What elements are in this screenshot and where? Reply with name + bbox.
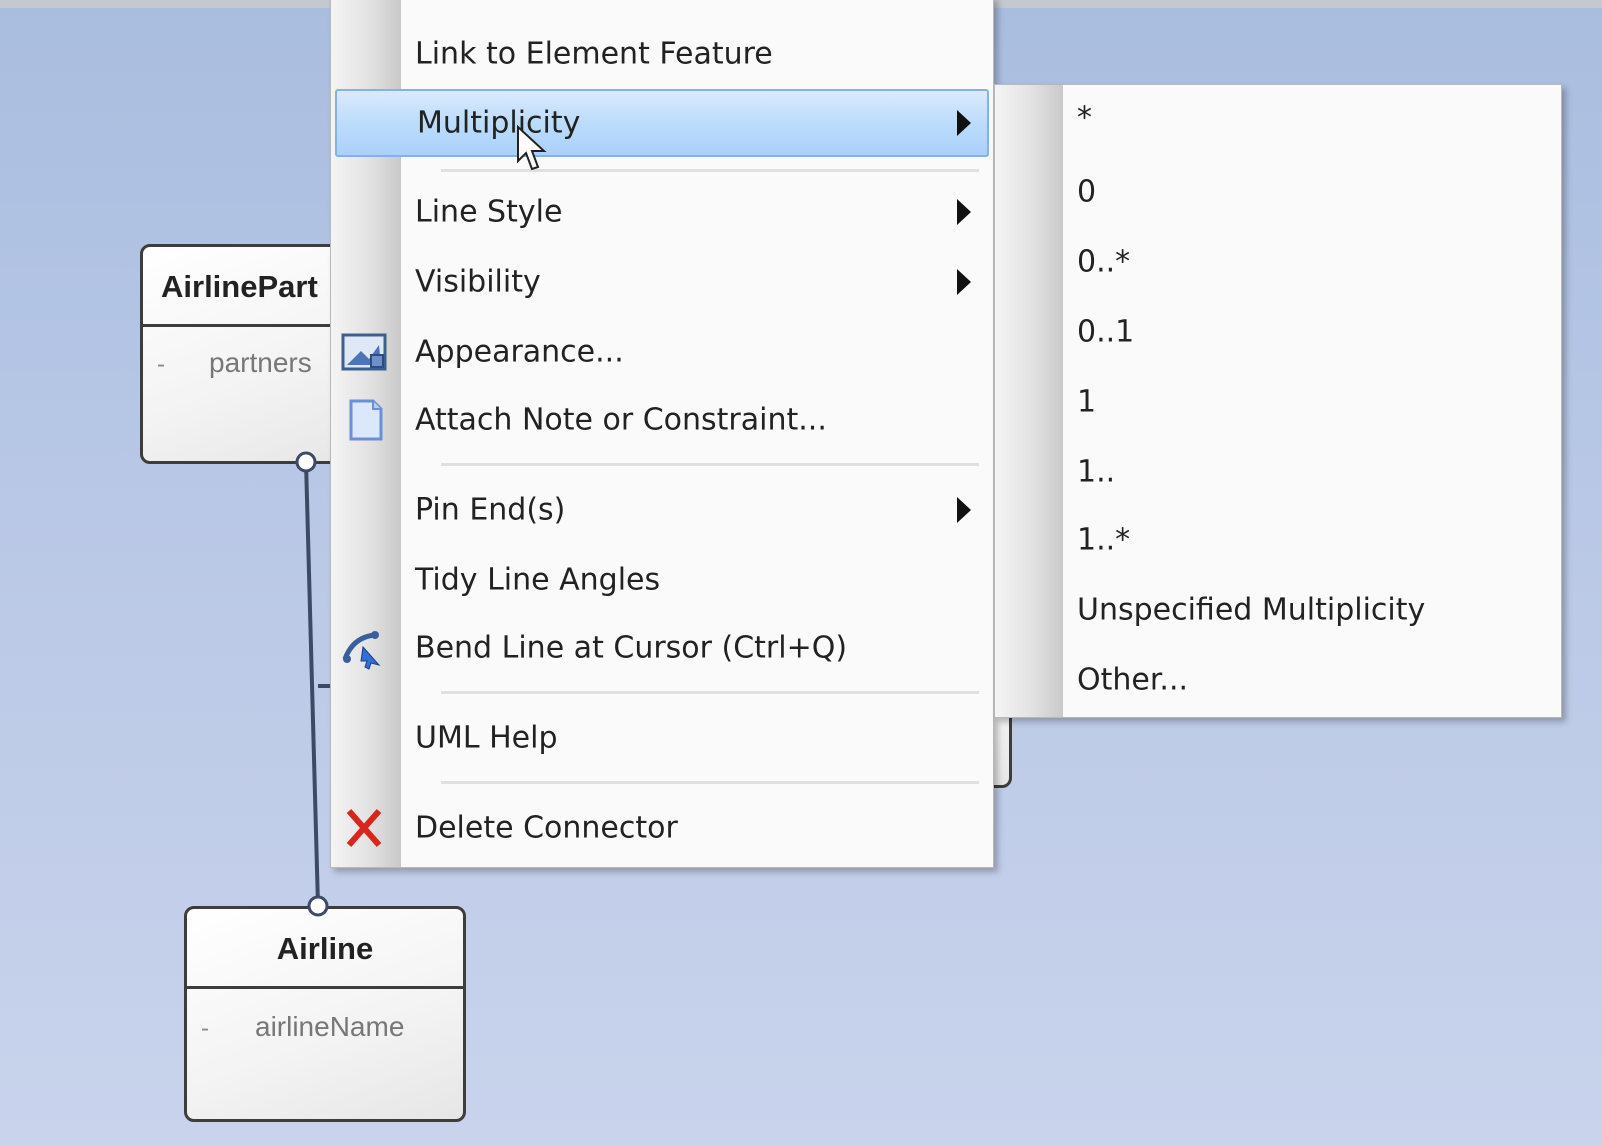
menu-item-uml-help[interactable]: UML Help (331, 707, 993, 769)
menu-item-label: Appearance... (415, 334, 624, 370)
menu-item-link-to-element-feature[interactable]: Link to Element Feature (331, 23, 993, 85)
menu-item-label: UML Help (415, 720, 558, 756)
option-label: 0..1 (1077, 314, 1135, 350)
menu-separator (441, 691, 979, 694)
menu-item-delete-connector[interactable]: Delete Connector (331, 797, 993, 859)
menu-item-label: Tidy Line Angles (415, 562, 661, 598)
submenu-arrow-icon (957, 199, 971, 225)
multiplicity-option-star[interactable]: * (995, 87, 1561, 149)
multiplicity-option-0[interactable]: 0 (995, 161, 1561, 223)
option-label: 1 (1077, 384, 1097, 420)
connector-end-handle (295, 451, 317, 473)
multiplicity-option-1-dots[interactable]: 1.. (995, 441, 1561, 503)
multiplicity-option-other[interactable]: Other... (995, 649, 1561, 711)
submenu-arrow-icon (957, 497, 971, 523)
option-label: Other... (1077, 662, 1189, 698)
appearance-icon (341, 333, 387, 371)
menu-item-appearance[interactable]: Appearance... (331, 321, 993, 383)
option-label: * (1077, 100, 1092, 136)
menu-item-label: Visibility (415, 264, 541, 300)
menu-item-label: Multiplicity (417, 105, 581, 141)
attribute-visibility: - (157, 351, 165, 378)
note-icon (349, 399, 383, 441)
menu-separator (441, 463, 979, 466)
option-label: Unspecified Multiplicity (1077, 592, 1426, 628)
menu-item-label: Delete Connector (415, 810, 678, 846)
menu-item-line-style[interactable]: Line Style (331, 181, 993, 243)
menu-item-multiplicity[interactable]: Multiplicity (335, 89, 989, 157)
option-label: 1..* (1077, 522, 1131, 558)
menu-item-attach-note[interactable]: Attach Note or Constraint... (331, 389, 993, 451)
menu-item-visibility[interactable]: Visibility (331, 251, 993, 313)
menu-item-label: Link to Element Feature (415, 36, 773, 72)
mouse-cursor-icon (517, 125, 547, 171)
attribute-visibility: - (201, 1015, 209, 1042)
menu-item-label: Line Style (415, 194, 563, 230)
menu-item-label: Bend Line at Cursor (Ctrl+Q) (415, 630, 848, 666)
class-name-airline: Airline (187, 909, 463, 989)
option-label: 1.. (1077, 454, 1116, 490)
menu-item-tidy-line-angles[interactable]: Tidy Line Angles (331, 549, 993, 611)
menu-item-bend-line[interactable]: Bend Line at Cursor (Ctrl+Q) (331, 617, 993, 679)
multiplicity-option-0-many[interactable]: 0..* (995, 231, 1561, 293)
menu-item-pin-ends[interactable]: Pin End(s) (331, 479, 993, 541)
option-label: 0..* (1077, 244, 1131, 280)
class-box-airline[interactable]: Airline - airlineName (184, 906, 466, 1122)
connector-end-handle (307, 895, 329, 917)
menu-item-label: Pin End(s) (415, 492, 566, 528)
multiplicity-option-unspecified[interactable]: Unspecified Multiplicity (995, 579, 1561, 641)
connector-context-menu: Link to Element Feature Multiplicity Lin… (330, 0, 994, 868)
menu-separator (441, 781, 979, 784)
bend-line-icon (342, 631, 381, 670)
delete-icon (346, 809, 382, 847)
multiplicity-option-0-1[interactable]: 0..1 (995, 301, 1561, 363)
submenu-arrow-icon (957, 269, 971, 295)
attribute-airlinename[interactable]: airlineName (255, 1011, 404, 1043)
attribute-partners[interactable]: partners (209, 347, 312, 379)
submenu-arrow-icon (957, 110, 971, 136)
multiplicity-option-1-many[interactable]: 1..* (995, 509, 1561, 571)
menu-item-label: Attach Note or Constraint... (415, 402, 827, 438)
multiplicity-submenu: * 0 0..* 0..1 1 1.. 1..* Unspecified Mul… (994, 84, 1562, 718)
option-label: 0 (1077, 174, 1097, 210)
multiplicity-option-1[interactable]: 1 (995, 371, 1561, 433)
